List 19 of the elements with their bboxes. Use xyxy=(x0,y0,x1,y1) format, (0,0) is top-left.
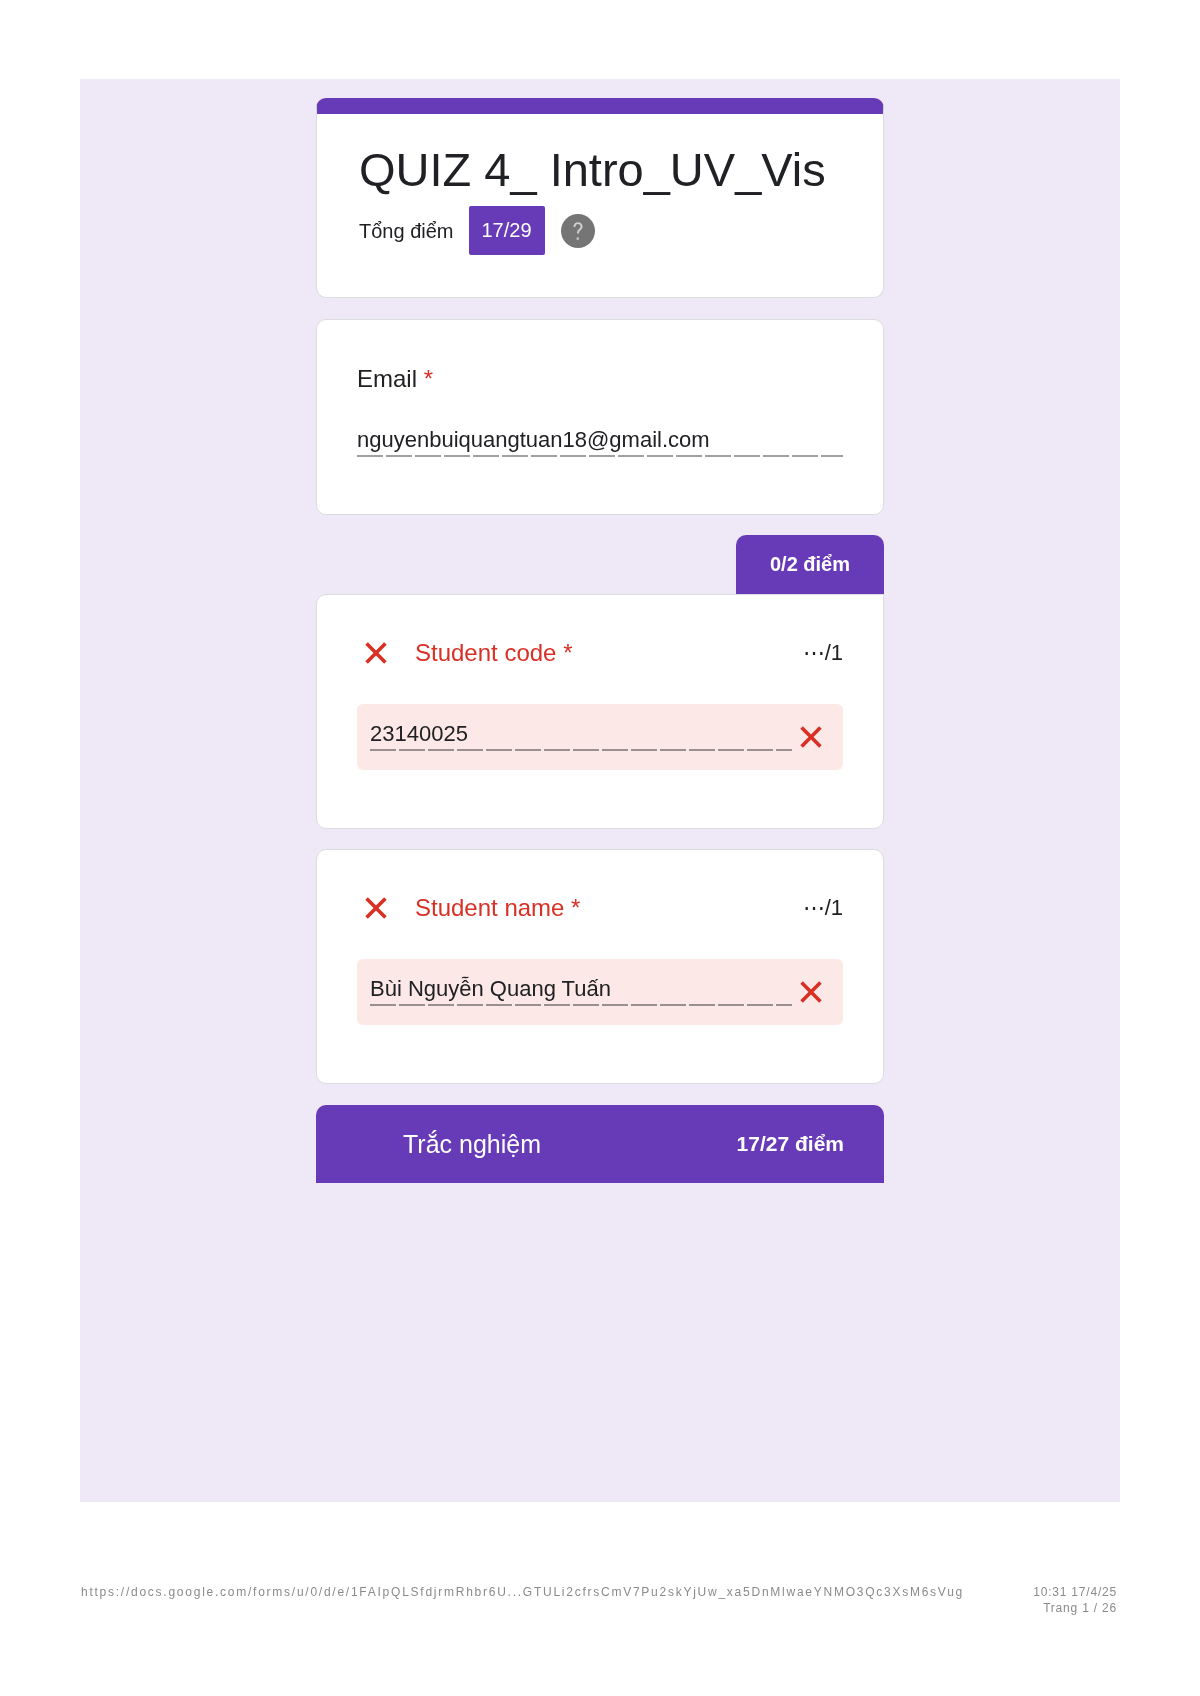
answer-field: 23140025 xyxy=(357,704,843,770)
page-number: Trang 1 / 26 xyxy=(1043,1600,1117,1616)
question-label: Student code * xyxy=(415,638,574,668)
quiz-title: QUIZ 4_ Intro_UV_Vis xyxy=(359,142,827,198)
points-label: ⋯/1 xyxy=(802,639,843,667)
footer-timestamp: 10:31 17/4/25 xyxy=(1033,1584,1117,1600)
cross-icon xyxy=(799,725,823,749)
section-title: Trắc nghiệm xyxy=(403,1129,541,1159)
section-score: 17/27 điểm xyxy=(736,1132,844,1156)
help-icon[interactable] xyxy=(560,213,595,248)
points-label: ⋯/1 xyxy=(802,894,843,922)
question-label: Email * xyxy=(357,364,435,394)
total-score-label: Tổng điểm xyxy=(359,218,454,244)
answer-field: Bùi Nguyễn Quang Tuấn xyxy=(357,959,843,1025)
question-label: Student name * xyxy=(415,893,582,923)
section-score-banner: 0/2 điểm xyxy=(736,535,884,594)
cross-icon xyxy=(799,980,823,1004)
footer-url: https://docs.google.com/forms/u/0/d/e/1FAIpQLSfdjrmRhbr6U...GTULi2cfrsCmV7Pu2skYjUw_xa5DnMlwaeYNMO3Qc3XsM6sVug xyxy=(81,1584,964,1600)
total-score-badge: 17/29 xyxy=(468,206,545,255)
